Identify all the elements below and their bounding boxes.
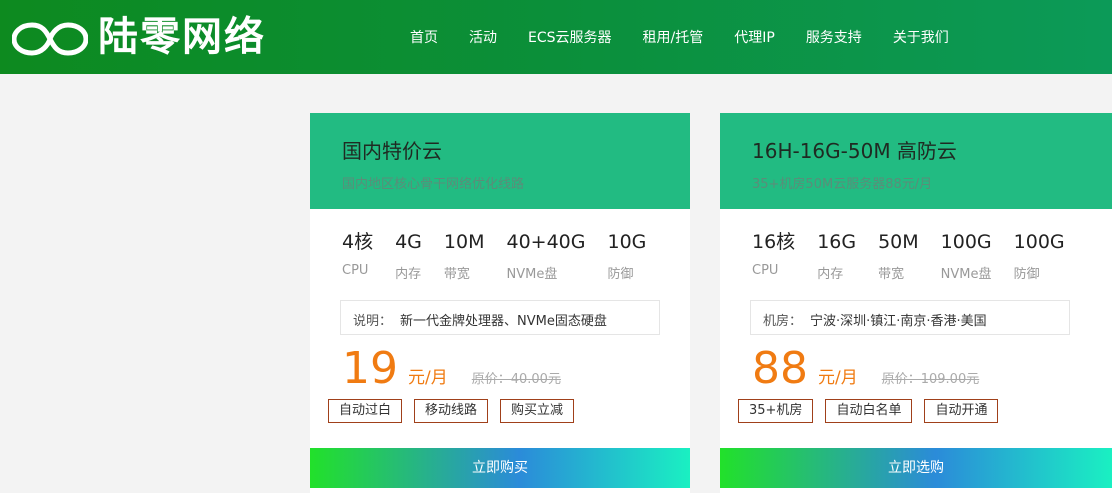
- spec-defense: 100G 防御: [1014, 229, 1065, 282]
- spec-label: 内存: [817, 267, 844, 282]
- spec-value: 16G: [817, 231, 857, 253]
- spec-list: 4核 CPU 4G 内存 10M 带宽 40+40G NVMe盘 10G 防御: [310, 209, 690, 282]
- spec-value: 16核: [752, 231, 796, 253]
- spec-label: 带宽: [443, 267, 470, 282]
- spec-list: 16核 CPU 16G 内存 50M 带宽 100G NVMe盘 100G 防御: [720, 209, 1112, 282]
- card-header: 国内特价云 国内地区核心骨干网络优化线路: [310, 113, 690, 209]
- card-note: 机房： 宁波·深圳·镇江·南京·香港·美国: [750, 300, 1070, 335]
- buy-now-button[interactable]: 立即选购: [720, 448, 1112, 488]
- product-card: 16H-16G-50M 高防云 35+机房50M云服务器88元/月 16核 CP…: [720, 113, 1112, 493]
- spec-label: 防御: [1013, 267, 1040, 282]
- spec-bandwidth: 50M 带宽: [878, 229, 919, 282]
- feature-tag: 购买立减: [500, 399, 575, 423]
- price-row: 19 元/月 原价：40.00元: [310, 335, 690, 391]
- spec-value: 4核: [342, 231, 374, 253]
- original-price: 原价：40.00元: [471, 372, 561, 387]
- feature-tag: 35+机房: [738, 399, 814, 423]
- price-unit: 元/月: [818, 368, 858, 388]
- card-title: 国内特价云: [342, 139, 442, 163]
- card-subtitle: 35+机房50M云服务器88元/月: [752, 177, 933, 192]
- note-label: 机房：: [763, 314, 803, 329]
- original-price: 原价：109.00元: [881, 372, 980, 387]
- price-value: 88: [752, 343, 808, 394]
- nav-rental[interactable]: 租用/托管: [643, 27, 704, 47]
- spec-label: 带宽: [878, 267, 905, 282]
- nav-home[interactable]: 首页: [410, 27, 438, 47]
- spec-label: 内存: [395, 267, 422, 282]
- nav-ecs[interactable]: ECS云服务器: [528, 27, 612, 47]
- price-value: 19: [342, 343, 398, 394]
- spec-cpu: 4核 CPU: [342, 229, 373, 282]
- spec-label: NVMe盘: [506, 267, 558, 282]
- spec-value: 100G: [940, 231, 992, 253]
- spec-value: 10M: [443, 231, 485, 253]
- note-text: 新一代金牌处理器、NVMe固态硬盘: [400, 314, 607, 329]
- spec-memory: 4G 内存: [395, 229, 422, 282]
- spec-label: NVMe盘: [940, 267, 992, 282]
- spec-memory: 16G 内存: [817, 229, 856, 282]
- note-label: 说明：: [353, 314, 393, 329]
- card-note: 说明： 新一代金牌处理器、NVMe固态硬盘: [340, 300, 660, 335]
- card-title: 16H-16G-50M 高防云: [752, 139, 957, 163]
- spec-value: 100G: [1013, 231, 1065, 253]
- spec-label: 防御: [607, 267, 634, 282]
- nav-activity[interactable]: 活动: [469, 27, 497, 47]
- card-header: 16H-16G-50M 高防云 35+机房50M云服务器88元/月: [720, 113, 1112, 209]
- cloud-logo-icon: [12, 22, 88, 56]
- spec-value: 4G: [395, 231, 422, 253]
- spec-value: 10G: [607, 231, 647, 253]
- spec-disk: 100G NVMe盘: [941, 229, 992, 282]
- spec-label: CPU: [752, 263, 779, 278]
- feature-tag: 自动过白: [328, 399, 403, 423]
- note-text: 宁波·深圳·镇江·南京·香港·美国: [810, 314, 987, 329]
- spec-value: 50M: [878, 231, 919, 253]
- brand-logo[interactable]: 陆零网络: [12, 12, 266, 62]
- feature-tag: 自动白名单: [825, 399, 913, 423]
- card-subtitle: 国内地区核心骨干网络优化线路: [342, 177, 525, 192]
- spec-disk: 40+40G NVMe盘: [506, 229, 585, 282]
- nav-about[interactable]: 关于我们: [893, 27, 949, 47]
- site-header: 陆零网络 首页 活动 ECS云服务器 租用/托管 代理IP 服务支持 关于我们: [0, 0, 1112, 74]
- price-unit: 元/月: [408, 368, 448, 388]
- tag-list: 35+机房 自动白名单 自动开通: [720, 391, 1112, 423]
- spec-defense: 10G 防御: [607, 229, 646, 282]
- nav-support[interactable]: 服务支持: [806, 27, 862, 47]
- product-card: 国内特价云 国内地区核心骨干网络优化线路 4核 CPU 4G 内存 10M 带宽…: [310, 113, 690, 493]
- buy-now-button[interactable]: 立即购买: [310, 448, 690, 488]
- spec-bandwidth: 10M 带宽: [444, 229, 485, 282]
- feature-tag: 自动开通: [924, 399, 999, 423]
- spec-value: 40+40G: [506, 231, 586, 253]
- feature-tag: 移动线路: [414, 399, 489, 423]
- spec-label: CPU: [342, 263, 369, 278]
- nav-proxy-ip[interactable]: 代理IP: [734, 27, 775, 47]
- price-row: 88 元/月 原价：109.00元: [720, 335, 1112, 391]
- tag-list: 自动过白 移动线路 购买立减: [310, 391, 690, 423]
- main-nav: 首页 活动 ECS云服务器 租用/托管 代理IP 服务支持 关于我们: [410, 0, 980, 74]
- brand-name: 陆零网络: [98, 14, 266, 60]
- spec-cpu: 16核 CPU: [752, 229, 795, 282]
